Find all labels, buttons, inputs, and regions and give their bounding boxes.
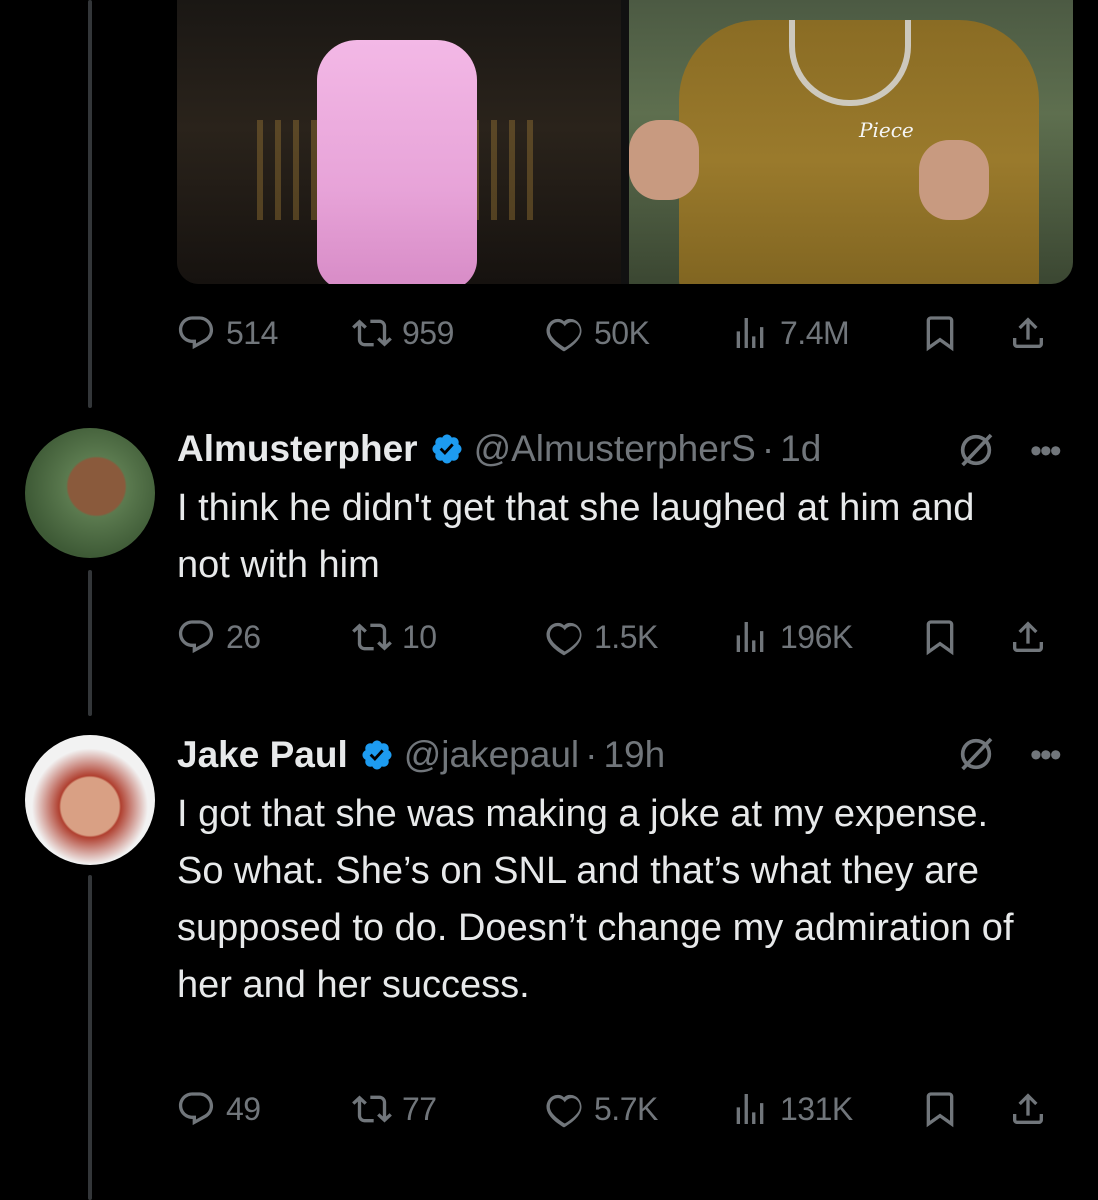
views-icon — [736, 1094, 764, 1124]
share-button[interactable] — [1008, 1089, 1048, 1129]
like-icon — [546, 318, 582, 352]
retweet-count: 77 — [402, 1090, 437, 1127]
share-button[interactable] — [1008, 617, 1048, 657]
retweet-icon — [352, 319, 392, 347]
like-count: 1.5K — [594, 618, 658, 655]
reply-icon — [178, 620, 214, 654]
reply-icon — [178, 316, 214, 350]
display-name[interactable]: Jake Paul — [177, 734, 348, 776]
share-icon — [1013, 621, 1043, 652]
timestamp[interactable]: 1d — [780, 428, 821, 470]
more-icon[interactable]: ••• — [1030, 432, 1062, 471]
like-button[interactable]: 5.7K — [544, 1089, 730, 1129]
views-count: 7.4M — [780, 314, 850, 351]
like-button[interactable]: 50K — [544, 313, 730, 353]
user-handle[interactable]: @AlmusterpherS — [474, 428, 756, 470]
tweet-text: I got that she was making a joke at my e… — [177, 786, 1057, 1014]
views-count: 196K — [780, 618, 853, 655]
tweet-header: Almusterpher @AlmusterpherS · 1d — [177, 425, 821, 473]
bookmark-button[interactable] — [920, 1089, 1008, 1129]
retweet-icon — [352, 623, 392, 651]
like-icon — [546, 622, 582, 656]
grok-icon[interactable] — [956, 734, 996, 774]
grok-icon[interactable] — [956, 430, 996, 470]
avatar[interactable] — [25, 428, 155, 558]
reply-count: 49 — [226, 1090, 261, 1127]
thread-line-mid — [88, 570, 92, 716]
separator-dot: · — [761, 428, 775, 469]
thread-line-top — [88, 0, 92, 408]
verified-icon — [430, 432, 464, 466]
reply2-actions: 49 77 5.7K 131K — [176, 1085, 1076, 1133]
bookmark-button[interactable] — [920, 617, 1008, 657]
retweet-count: 10 — [402, 618, 437, 655]
tweet-header: Jake Paul @jakepaul · 19h — [177, 731, 665, 779]
verified-icon — [360, 738, 394, 772]
media-image-left[interactable] — [177, 0, 621, 284]
views-button[interactable]: 196K — [730, 617, 920, 657]
post-media[interactable]: Piece — [177, 0, 1073, 284]
retweet-button[interactable]: 10 — [352, 617, 544, 657]
user-handle[interactable]: @jakepaul — [404, 734, 579, 776]
reply1-actions: 26 10 1.5K 196K — [176, 613, 1076, 661]
views-icon — [736, 318, 764, 348]
like-count: 50K — [594, 314, 650, 351]
views-button[interactable]: 7.4M — [730, 313, 920, 353]
reply-icon — [178, 1092, 214, 1126]
bookmark-icon — [926, 620, 954, 656]
bookmark-icon — [926, 316, 954, 352]
display-name[interactable]: Almusterpher — [177, 428, 418, 470]
top-post-actions: 514 959 50K 7.4M — [176, 309, 1076, 357]
reply-button[interactable]: 26 — [176, 617, 352, 657]
share-icon — [1013, 317, 1043, 348]
reply-count: 26 — [226, 618, 261, 655]
retweet-button[interactable]: 77 — [352, 1089, 544, 1129]
retweet-button[interactable]: 959 — [352, 313, 544, 353]
retweet-icon — [352, 1095, 392, 1123]
tweet-body: I think he didn't get that she laughed a… — [177, 487, 975, 586]
bookmark-button[interactable] — [920, 313, 1008, 353]
pink-dress-figure — [317, 40, 477, 284]
like-count: 5.7K — [594, 1090, 658, 1127]
reply-button[interactable]: 49 — [176, 1089, 352, 1129]
media-image-right[interactable]: Piece — [629, 0, 1073, 284]
like-icon — [546, 1094, 582, 1128]
reply-count: 514 — [226, 314, 278, 351]
share-icon — [1013, 1093, 1043, 1124]
right-fist — [919, 140, 989, 220]
tweet-text: I think he didn't get that she laughed a… — [177, 480, 1057, 594]
share-button[interactable] — [1008, 313, 1048, 353]
retweet-count: 959 — [402, 314, 454, 351]
timestamp[interactable]: 19h — [603, 734, 665, 776]
views-icon — [736, 622, 764, 652]
avatar[interactable] — [25, 735, 155, 865]
views-button[interactable]: 131K — [730, 1089, 920, 1129]
more-icon[interactable]: ••• — [1030, 736, 1062, 775]
jacket-logo-text: Piece — [859, 118, 914, 142]
tweet-body: I got that she was making a joke at my e… — [177, 793, 1014, 1006]
reply-button[interactable]: 514 — [176, 313, 352, 353]
left-fist — [629, 120, 699, 200]
like-button[interactable]: 1.5K — [544, 617, 730, 657]
bookmark-icon — [926, 1092, 954, 1128]
views-count: 131K — [780, 1090, 853, 1127]
thread-line-bottom — [88, 875, 92, 1200]
separator-dot: · — [585, 734, 598, 775]
